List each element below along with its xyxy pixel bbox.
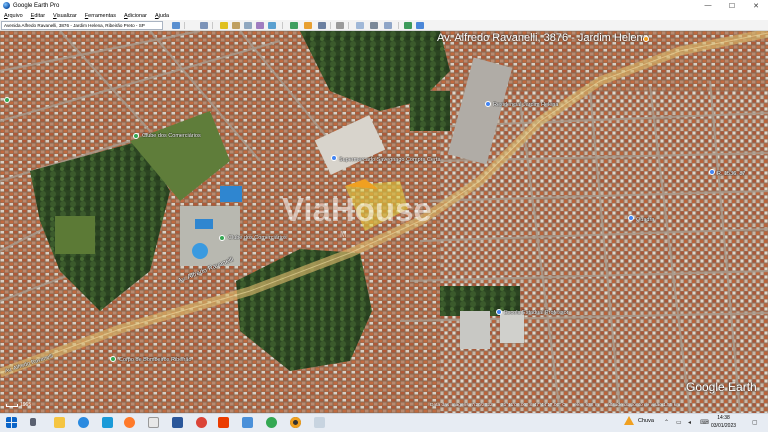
menu-visualizar[interactable]: Visualizar (53, 13, 77, 19)
poi-right-address: R. 1536, 87 (717, 171, 746, 177)
menu-editar[interactable]: Editar (31, 13, 45, 19)
google-earth-app-icon (3, 2, 10, 9)
placemark-icon[interactable] (133, 133, 139, 139)
app-icon[interactable] (314, 417, 325, 428)
google-earth-logo: Google Earth (686, 380, 757, 394)
chrome-icon[interactable] (196, 417, 207, 428)
maximize-button[interactable]: ☐ (720, 0, 744, 11)
placemark-icon[interactable] (4, 97, 10, 103)
scale-bar: 1965 (6, 402, 31, 408)
google-earth-taskbar-icon[interactable] (290, 417, 301, 428)
poi-corpo: Corpo de Bombeiros Ribeirão (119, 357, 192, 363)
poi-residencial: Residencial Jardim Helena (493, 102, 559, 108)
toolbar-separator (348, 22, 349, 29)
poi-right-mid: Quadra (636, 217, 655, 223)
close-button[interactable]: ✕ (744, 0, 768, 11)
imagery-date: Data das imagens: 7/20/2022 (430, 403, 493, 408)
search-input[interactable]: Avenida Alfredo Ravanelli, 3876 - Jardim… (1, 21, 163, 30)
speaker-icon[interactable]: ◂ (688, 419, 691, 426)
network-icon[interactable]: ▭ (676, 419, 682, 426)
placemark-icon[interactable] (628, 215, 634, 221)
toolbar-separator (398, 22, 399, 29)
toolbar-separator (184, 22, 185, 29)
task-view-icon[interactable] (30, 418, 36, 426)
ruler-icon[interactable] (336, 22, 344, 29)
eye-altitude: altitude do ponto de visão 1.55 km (607, 403, 681, 408)
store-icon[interactable] (102, 417, 113, 428)
clock-time: 14:38 (717, 415, 730, 421)
window-title: Google Earth Pro (13, 2, 60, 9)
sunlight-icon[interactable] (304, 22, 312, 29)
status-line: Data das imagens: 7/20/2022 21°11'06.00"… (430, 403, 687, 408)
menu-adicionar[interactable]: Adicionar (124, 13, 147, 19)
chrome-alt-icon[interactable] (266, 417, 277, 428)
poi-clube-top: Clube dos Comerciários (142, 133, 201, 139)
path-icon[interactable] (244, 22, 252, 29)
placemark-icon[interactable] (496, 309, 502, 315)
scale-bar-graphic (6, 403, 18, 407)
language-icon[interactable]: ⌨ (700, 419, 709, 426)
elevation: elev. 538 m (574, 403, 599, 408)
placemark-icon[interactable] (220, 22, 228, 29)
polygon-icon[interactable] (232, 22, 240, 29)
minimize-button[interactable]: — (696, 0, 720, 11)
menu-ajuda[interactable]: Ajuda (155, 13, 169, 19)
placemark-icon[interactable] (331, 155, 337, 161)
menu-arquivo[interactable]: Arquivo (4, 13, 23, 19)
weather-widget[interactable]: Chuva (624, 416, 654, 425)
tray-chevron-icon[interactable]: ⌃ (664, 419, 669, 426)
notifications-icon[interactable]: ▢ (752, 419, 758, 426)
toolbar-separator (212, 22, 213, 29)
scale-label: 1965 (20, 402, 32, 408)
office-icon[interactable] (218, 417, 229, 428)
print-icon[interactable] (370, 22, 378, 29)
map-view[interactable]: Av. Alfredo Ravanelli, 3876 - Jardim Hel… (0, 31, 768, 413)
word-icon[interactable] (172, 417, 183, 428)
placemark-icon[interactable] (709, 169, 715, 175)
mail-icon[interactable] (242, 417, 253, 428)
placemark-icon[interactable] (219, 235, 225, 241)
sidebar-icon[interactable] (200, 22, 208, 29)
email-icon[interactable] (356, 22, 364, 29)
tour-icon[interactable] (268, 22, 276, 29)
toolbar-separator (330, 22, 331, 29)
weather-label: Chuva (638, 417, 654, 424)
watermark: ViaHouse (282, 191, 432, 228)
placemark-icon[interactable] (485, 101, 491, 107)
menu-ferramentas[interactable]: Ferramentas (85, 13, 116, 19)
road-label-top: Av. Alfredo Ravanelli, 3876 - Jardim Hel… (437, 32, 649, 44)
globe-icon[interactable] (416, 22, 424, 29)
search-icon[interactable] (172, 22, 180, 29)
edge-icon[interactable] (78, 417, 89, 428)
poi-supermercado: Supermercado Savegnago Compra Certa (339, 157, 441, 163)
maps-icon[interactable] (404, 22, 412, 29)
watermark-sub: M (340, 230, 347, 239)
planets-icon[interactable] (318, 22, 326, 29)
start-icon[interactable] (6, 417, 17, 428)
weather-alert-icon (624, 416, 634, 425)
title-bar: Google Earth Pro — ☐ ✕ (0, 0, 768, 11)
menu-bar: Arquivo Editar Visualizar Ferramentas Ad… (0, 11, 768, 20)
toolbar-separator (282, 22, 283, 29)
historical-imagery-icon[interactable] (290, 22, 298, 29)
file-explorer-icon[interactable] (54, 417, 65, 428)
save-image-icon[interactable] (384, 22, 392, 29)
notepad-icon[interactable] (148, 417, 159, 428)
placemark-icon[interactable] (110, 356, 116, 362)
poi-clube-mid: Clube dos Comerciários (228, 235, 287, 241)
clock[interactable]: 14:38 03/01/2023 (711, 414, 736, 430)
firefox-icon[interactable] (124, 417, 135, 428)
poi-escola: Escola Estadual Professor (504, 310, 569, 316)
coordinates: 21°11'06.00" S 47°44'17.00" O (501, 403, 567, 408)
image-overlay-icon[interactable] (256, 22, 264, 29)
placemark-icon[interactable] (643, 36, 649, 42)
clock-date: 03/01/2023 (711, 423, 737, 429)
